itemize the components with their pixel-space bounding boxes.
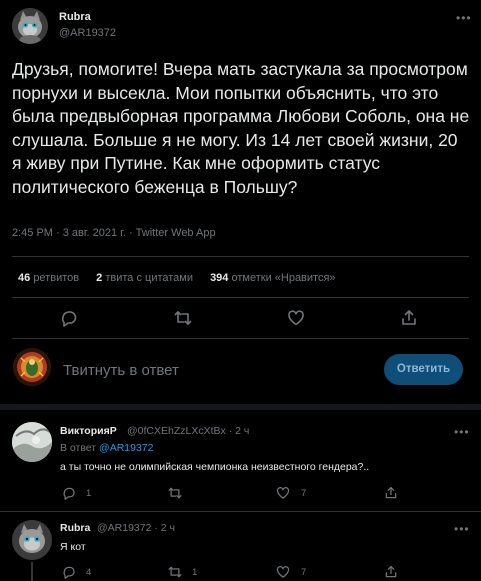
- reply-author-meta[interactable]: @AR19372 · 2 ч: [97, 522, 175, 534]
- author-handle[interactable]: @AR19372: [59, 27, 116, 39]
- reply-author-name[interactable]: Rubra: [60, 522, 90, 534]
- more-icon[interactable]: •••: [456, 11, 472, 25]
- divider: [12, 297, 469, 298]
- reply-avatar[interactable]: [12, 422, 52, 462]
- more-icon[interactable]: •••: [454, 522, 470, 536]
- reply-count: 1: [86, 488, 92, 499]
- likes-stat[interactable]: 394 отметки «Нравится»: [210, 272, 335, 284]
- reply-author-meta[interactable]: @0fCXEhZzLXcXtBx · 2 ч: [127, 425, 249, 437]
- like-icon[interactable]: [276, 486, 290, 500]
- retweets-stat[interactable]: 46 ретвитов: [18, 272, 79, 284]
- reply-icon[interactable]: [62, 486, 76, 500]
- reply-text: Я кот: [60, 541, 86, 553]
- author-name[interactable]: Rubra: [59, 11, 91, 23]
- reply-icon[interactable]: [62, 565, 76, 579]
- section-divider: [0, 404, 481, 410]
- author-avatar[interactable]: [12, 8, 48, 44]
- reply-author-name[interactable]: ВикторияР: [60, 425, 117, 437]
- divider: [0, 511, 481, 512]
- share-icon[interactable]: [400, 309, 418, 327]
- tweet-stats: 46 ретвитов 2 твита с цитатами 394 отмет…: [18, 272, 350, 284]
- share-icon[interactable]: [384, 486, 398, 500]
- thread-line: [31, 562, 33, 581]
- share-icon[interactable]: [384, 565, 398, 579]
- reply-input[interactable]: Твитнуть в ответ: [63, 362, 179, 379]
- retweet-icon[interactable]: [168, 486, 182, 500]
- divider: [12, 256, 469, 257]
- mention-link[interactable]: @AR19372: [99, 442, 153, 454]
- retweet-icon[interactable]: [168, 565, 182, 579]
- my-avatar[interactable]: [13, 348, 51, 386]
- like-count: 7: [301, 488, 307, 499]
- reply-text: а ты точно не олимпийская чемпионка неиз…: [60, 461, 370, 473]
- reply-to-line: В ответ @AR19372: [60, 442, 154, 454]
- like-icon[interactable]: [276, 565, 290, 579]
- reply-avatar[interactable]: [12, 520, 52, 560]
- like-count: 7: [301, 567, 307, 578]
- tweet-text: Друзья, помогите! Вчера мать застукала з…: [12, 59, 470, 197]
- retweet-count: 1: [192, 567, 198, 578]
- retweet-icon[interactable]: [174, 309, 192, 327]
- reply-icon[interactable]: [60, 309, 78, 327]
- more-icon[interactable]: •••: [454, 425, 470, 439]
- quotes-stat[interactable]: 2 твита с цитатами: [96, 272, 193, 284]
- tweet-meta[interactable]: 2:45 PM · 3 авг. 2021 г. · Twitter Web A…: [12, 227, 216, 239]
- reply-submit-button[interactable]: Ответить: [384, 354, 463, 385]
- reply-count: 4: [86, 567, 92, 578]
- like-icon[interactable]: [287, 309, 305, 327]
- divider: [12, 338, 469, 339]
